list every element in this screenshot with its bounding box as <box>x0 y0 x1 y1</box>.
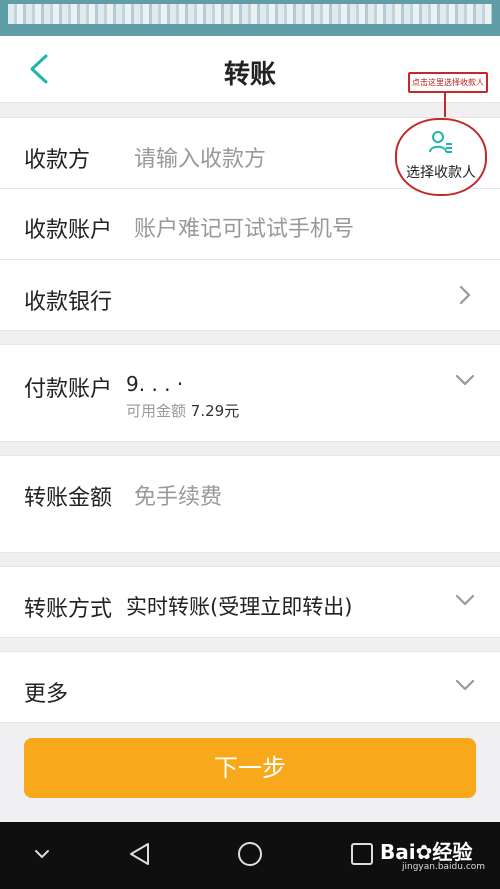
payee-input[interactable]: 请输入收款方 <box>134 141 266 173</box>
account-input[interactable]: 账户难记可试试手机号 <box>134 211 354 243</box>
chevron-down-icon <box>456 679 474 691</box>
annotation-callout: 点击这里选择收款人 <box>408 72 488 93</box>
person-list-icon <box>429 131 452 153</box>
paw-icon: ✿ <box>415 840 433 864</box>
method-section[interactable]: 转账方式 实时转账(受理立即转出) <box>0 566 500 638</box>
available-balance-label: 可用金额 <box>126 402 187 420</box>
available-balance: 可用金额 7.29元 <box>126 400 239 421</box>
baidu-watermark: Bai✿经验 jingyan.baidu.com <box>380 836 485 872</box>
chevron-down-icon <box>456 374 474 386</box>
more-section[interactable]: 更多 <box>0 651 500 723</box>
bank-label: 收款银行 <box>24 290 113 315</box>
chevron-right-icon <box>459 286 471 304</box>
watermark-suffix: 经验 <box>432 840 473 864</box>
annotation-line <box>444 91 446 117</box>
select-payee-label: 选择收款人 <box>406 165 476 181</box>
blurred-status-content <box>8 4 492 24</box>
nav-down-icon[interactable] <box>28 840 56 868</box>
payment-account-section[interactable]: 付款账户 9. . . · 可用金额 7.29元 <box>0 344 500 442</box>
watermark-brand: Bai <box>380 840 416 864</box>
nav-back-icon[interactable] <box>126 840 154 868</box>
available-balance-amount: 7.29元 <box>190 402 240 420</box>
next-step-button[interactable]: 下一步 <box>24 738 476 798</box>
nav-recent-icon[interactable] <box>348 840 376 868</box>
method-value: 实时转账(受理立即转出) <box>126 595 353 619</box>
amount-section[interactable]: 转账金额 免手续费 <box>0 455 500 553</box>
nav-home-icon[interactable] <box>236 840 264 868</box>
amount-label: 转账金额 <box>24 486 113 511</box>
chevron-down-icon <box>456 594 474 606</box>
account-label: 收款账户 <box>24 218 113 243</box>
select-payee-button[interactable]: 选择收款人 <box>395 118 487 196</box>
more-label: 更多 <box>24 682 69 707</box>
bank-row[interactable]: 收款银行 <box>0 260 500 330</box>
payment-account-label: 付款账户 <box>24 377 113 402</box>
watermark-site: jingyan.baidu.com <box>402 862 486 872</box>
amount-input[interactable]: 免手续费 <box>134 479 222 511</box>
status-bar <box>0 0 500 36</box>
method-label: 转账方式 <box>24 597 113 622</box>
account-row[interactable]: 收款账户 账户难记可试试手机号 <box>0 189 500 260</box>
payment-account-number: 9. . . · <box>126 372 184 396</box>
payee-label: 收款方 <box>24 148 91 173</box>
